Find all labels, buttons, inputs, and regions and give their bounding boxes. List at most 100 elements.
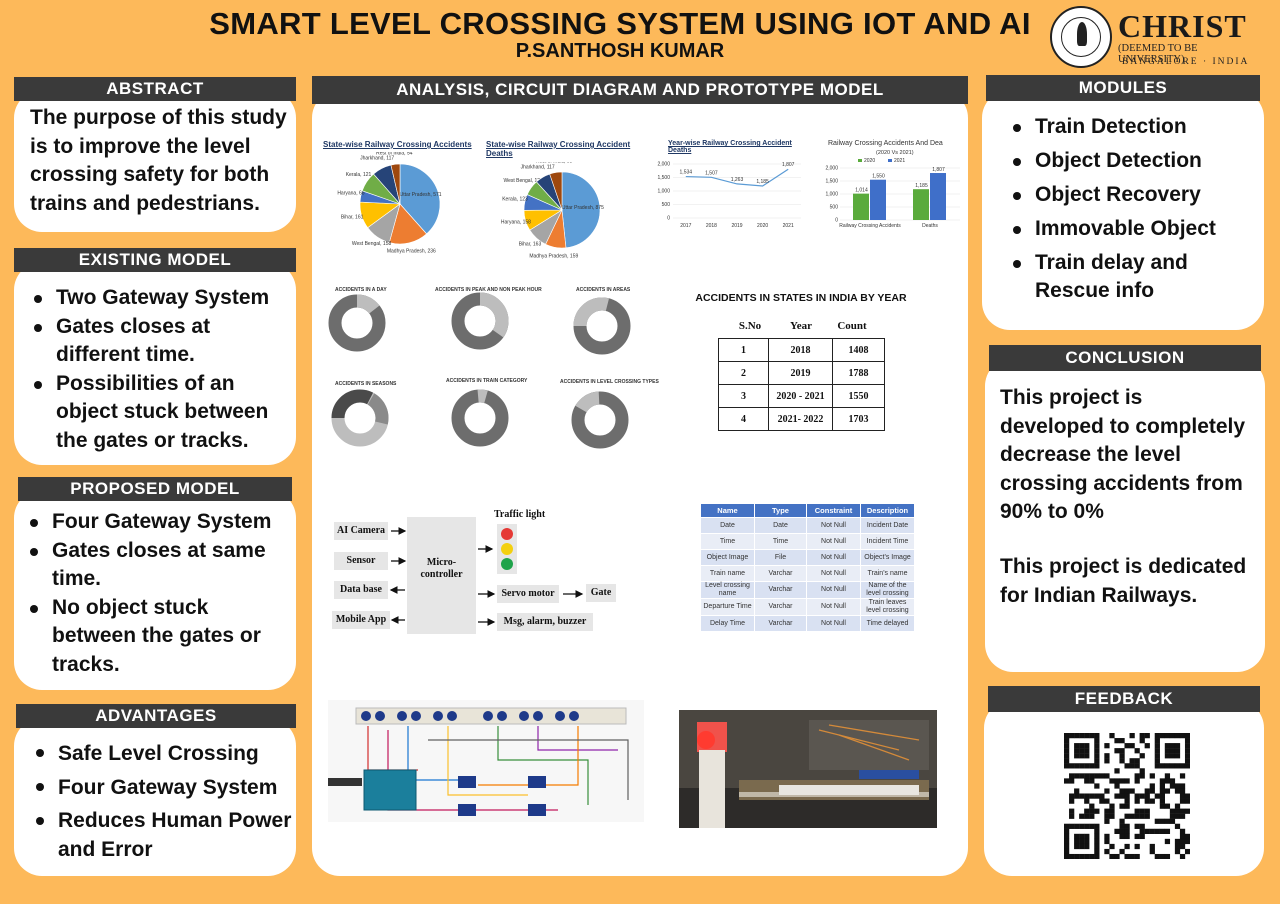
table-cell: 1408	[832, 338, 885, 362]
table-row: 1 2018 1408	[718, 338, 885, 362]
table-row: Train name Varchar Not Null Train's name	[700, 565, 915, 582]
advantages-heading: ADVANTAGES	[16, 704, 296, 728]
table-row: Date Date Not Null Incident Date	[700, 517, 915, 534]
y-tick-label: 1,000	[657, 189, 670, 195]
y-tick-label: 0	[835, 218, 838, 224]
list-item: Four Gateway System	[32, 772, 294, 803]
pie-label: Madhya Pradesh, 159	[529, 253, 578, 259]
table-cell: Time delayed	[860, 615, 915, 632]
list-item: Safe Level Crossing	[32, 738, 294, 769]
bar-chart-2020-2021: 2020 2021 0 500 1,000 1,500 2,000 1,014 1,550 Rai…	[825, 158, 960, 229]
data-label: 1,534	[680, 170, 693, 176]
conclusion-text: This project is developed to completely …	[1000, 386, 1246, 523]
donut-title: ACCIDENTS IN TRAIN CATEGORY	[446, 378, 528, 384]
table-cell: 2021- 2022	[768, 407, 833, 431]
table-cell: Not Null	[806, 565, 861, 582]
col-header: Type	[754, 503, 807, 518]
accidents-table-headers: S.No Year Count	[718, 320, 884, 332]
table-cell: 2019	[768, 361, 833, 385]
col-header: Name	[700, 503, 755, 518]
donut-peak	[451, 292, 509, 350]
pie-label: Haryana, 158	[501, 219, 531, 225]
table-cell: Object Image	[700, 549, 755, 566]
table-cell: Train leaves level crossing	[860, 598, 915, 616]
advantages-list: Safe Level Crossing Four Gateway System …	[32, 738, 294, 864]
table-cell: Not Null	[806, 517, 861, 534]
abstract-text: The purpose of this study is to improve …	[30, 106, 287, 215]
legend-swatch	[888, 159, 892, 162]
seal-icon	[1050, 6, 1112, 68]
line-title: Year-wise Railway Crossing Accident Deat…	[668, 140, 792, 154]
donut-crossing	[571, 391, 629, 449]
list-item: Possibilities of an object stuck between…	[30, 370, 292, 456]
table-cell: 3	[718, 384, 769, 408]
pie-label: West Bengal, 158	[352, 241, 392, 247]
col-header: Year	[790, 320, 812, 332]
abstract-heading: ABSTRACT	[14, 77, 296, 101]
y-tick-label: 500	[662, 202, 671, 208]
x-tick-label: 2021	[783, 223, 794, 229]
data-label: 1,807	[932, 167, 945, 173]
table-cell: Not Null	[806, 533, 861, 550]
pie-label: Rest of India, 54	[376, 152, 413, 156]
donut-day	[328, 294, 386, 352]
list-item: Object Recovery	[1009, 181, 1259, 209]
proposed-list: Four Gateway System Gates closes at same…	[26, 508, 292, 679]
data-label: 1,507	[705, 170, 718, 176]
author-name: P.SANTHOSH KUMAR	[515, 40, 725, 62]
table-cell: Varchar	[754, 598, 807, 616]
circuit-diagram-image	[328, 700, 644, 822]
bar	[870, 179, 886, 220]
pie-label: Jharkhand, 117	[360, 156, 394, 162]
table-cell: 1788	[832, 361, 885, 385]
table-cell: Not Null	[806, 615, 861, 632]
pie-label: Uttar Pradesh, 875	[562, 205, 604, 211]
table-cell: Incident Time	[860, 533, 915, 550]
table-cell: Not Null	[806, 549, 861, 566]
table-cell: Departure Time	[700, 598, 755, 616]
x-tick-label: 2018	[706, 223, 717, 229]
block-mobile-app: Mobile App	[332, 611, 390, 629]
table-row: 3 2020 - 2021 1550	[718, 384, 885, 408]
list-item: Gates closes at different time.	[30, 313, 292, 370]
x-tick-label: 2020	[757, 223, 768, 229]
donut-title: ACCIDENTS IN LEVEL CROSSING TYPES	[560, 379, 659, 385]
pie-chart-accidents: Uttar Pradesh, 571 Madhya Pradesh, 236 Wes…	[337, 152, 441, 255]
list-item: Two Gateway System	[30, 284, 292, 313]
table-cell: Train's name	[860, 565, 915, 582]
col-header: Count	[837, 320, 867, 332]
legend-label: 2020	[864, 158, 875, 164]
table-cell: Incident Date	[860, 517, 915, 534]
poster-title: SMART LEVEL CROSSING SYSTEM USING IOT AN…	[209, 6, 1031, 41]
list-item: Immovable Object	[1009, 215, 1259, 243]
pie-label: West Bengal, 120	[503, 178, 543, 184]
logo-name: CHRIST	[1118, 8, 1247, 44]
table-row: Object Image File Not Null Object's Image	[700, 549, 915, 566]
pie1-title: State-wise Railway Crossing Accidents	[323, 140, 472, 149]
col-header: Constraint	[806, 503, 861, 518]
pie-label: Madhya Pradesh, 236	[387, 249, 436, 255]
existing-heading: EXISTING MODEL	[14, 248, 296, 272]
database-schema-table: Name Type Constraint Description Date Dat…	[700, 503, 915, 632]
list-item: Four Gateway System	[26, 508, 292, 537]
block-sensor: Sensor	[334, 552, 388, 570]
data-label: 1,263	[731, 177, 744, 183]
pie-label: Bihar, 163	[519, 242, 542, 248]
table-row: Time Time Not Null Incident Time	[700, 533, 915, 550]
x-tick-label: Railway Crossing Accidents	[839, 223, 901, 229]
table-cell: Date	[700, 517, 755, 534]
table-cell: File	[754, 549, 807, 566]
table-cell: Delay Time	[700, 615, 755, 632]
y-tick-label: 0	[667, 216, 670, 222]
pie-label: Haryana, 68	[337, 190, 364, 196]
pie-label: Kerala, 123	[502, 196, 528, 202]
x-tick-label: Deaths	[922, 223, 938, 229]
table-cell: Date	[754, 517, 807, 534]
list-item: Reduces Human Power and Error	[32, 806, 294, 864]
table-cell: Varchar	[754, 615, 807, 632]
pie-chart-deaths: Uttar Pradesh, 875 Madhya Pradesh, 159 Bih…	[501, 162, 604, 259]
block-ai-camera: AI Camera	[334, 522, 388, 540]
feedback-qr-code-icon[interactable]	[1064, 733, 1190, 859]
table-cell: 2020 - 2021	[768, 384, 833, 408]
pie-label: Rest of India, 95	[536, 162, 573, 165]
